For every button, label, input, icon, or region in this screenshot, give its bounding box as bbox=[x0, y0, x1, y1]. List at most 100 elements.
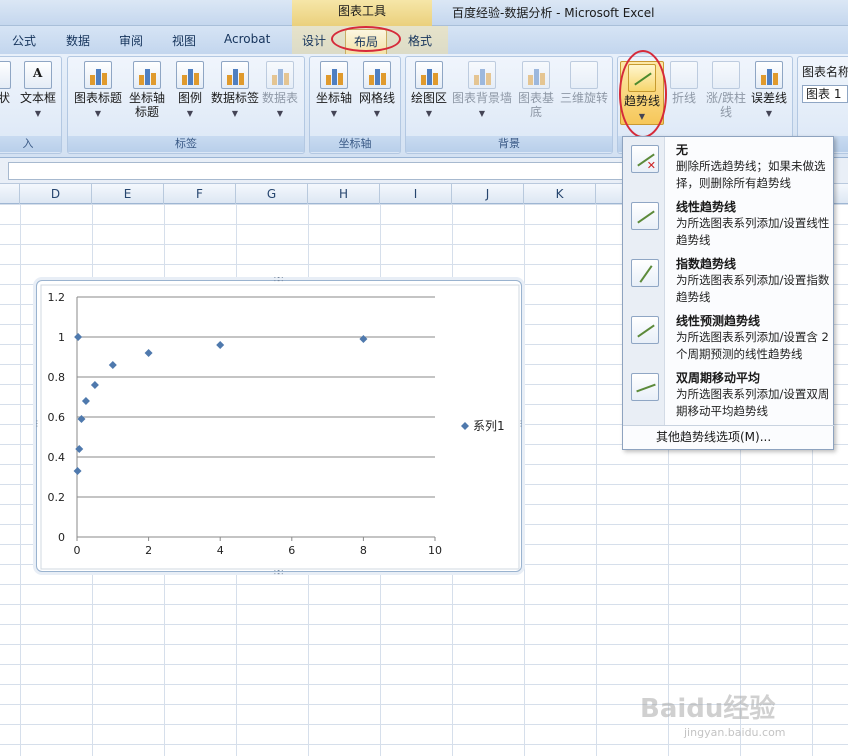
y-tick-label: 0.2 bbox=[48, 491, 66, 504]
baidu-watermark-logo: Baidu经验 bbox=[640, 694, 776, 724]
column-header-e[interactable]: E bbox=[92, 184, 164, 204]
chart-tools-context-label: 图表工具 bbox=[292, 0, 432, 26]
x-tick-label: 10 bbox=[428, 544, 442, 557]
data-point bbox=[90, 381, 99, 389]
chart-title-label: 图表标题 bbox=[73, 91, 122, 105]
menu-item-none[interactable]: ✕ 无 删除所选趋势线；如果未做选择，则删除所有趋势线 bbox=[623, 139, 835, 195]
3d-rotation-button[interactable]: 三维旋转 bbox=[558, 61, 610, 105]
chevron-down-icon: ▼ bbox=[34, 109, 42, 118]
chevron-down-icon: ▼ bbox=[276, 109, 284, 118]
chevron-down-icon: ▼ bbox=[94, 109, 102, 118]
legend-label: 图例 bbox=[177, 91, 202, 105]
3d-rotation-label: 三维旋转 bbox=[559, 91, 608, 105]
menu-item-title: 无 bbox=[676, 143, 689, 157]
gridlines-icon bbox=[363, 61, 391, 89]
chart-title-button[interactable]: 图表标题 ▼ bbox=[72, 61, 124, 121]
data-table-button[interactable]: 数据表 ▼ bbox=[260, 61, 300, 121]
legend-label: 系列1 bbox=[473, 419, 505, 433]
chart-title-icon bbox=[84, 61, 112, 89]
formula-input[interactable] bbox=[8, 162, 624, 180]
column-header-g[interactable]: G bbox=[236, 184, 308, 204]
group-label-axes: 坐标轴 bbox=[310, 136, 400, 152]
plot-area-label: 绘图区 bbox=[410, 91, 447, 105]
menu-item-title: 线性预测趋势线 bbox=[676, 314, 761, 328]
y-tick-label: 0.8 bbox=[48, 371, 66, 384]
data-point bbox=[74, 333, 83, 341]
x-tick-label: 8 bbox=[360, 544, 367, 557]
x-tick-label: 6 bbox=[288, 544, 295, 557]
ribbon-tabs: 公式 数据 审阅 视图 Acrobat 设计 布局 格式 bbox=[0, 26, 848, 54]
resize-handle-bottom[interactable]: ∷∷ bbox=[274, 568, 283, 577]
chevron-down-icon: ▼ bbox=[425, 109, 433, 118]
tab-acrobat[interactable]: Acrobat bbox=[224, 32, 270, 46]
lines-icon bbox=[670, 61, 698, 89]
y-tick-label: 1.2 bbox=[48, 291, 66, 304]
chart-wall-button[interactable]: 图表背景墙 ▼ bbox=[450, 61, 514, 121]
data-point bbox=[216, 341, 225, 349]
error-bars-button[interactable]: 误差线 ▼ bbox=[748, 61, 790, 121]
data-labels-label: 数据标签 bbox=[210, 91, 259, 105]
legend-button[interactable]: 图例 ▼ bbox=[170, 61, 210, 121]
column-header-i[interactable]: I bbox=[380, 184, 452, 204]
trendline-none-icon: ✕ bbox=[631, 145, 659, 173]
data-labels-button[interactable]: 数据标签 ▼ bbox=[210, 61, 260, 121]
up-down-bars-button[interactable]: 涨/跌柱线 bbox=[704, 61, 748, 119]
resize-handle-top[interactable]: ∷∷ bbox=[274, 275, 283, 284]
resize-handle-left[interactable]: ⋮ bbox=[33, 419, 41, 428]
resize-handle-right[interactable]: ⋮ bbox=[517, 419, 525, 428]
menu-item-title: 双周期移动平均 bbox=[676, 371, 761, 385]
chart-name-input[interactable]: 图表 1 bbox=[802, 85, 848, 103]
gridlines-button[interactable]: 网格线 ▼ bbox=[356, 61, 398, 121]
axis-title-label: 坐标轴标题 bbox=[128, 91, 165, 119]
tab-review[interactable]: 审阅 bbox=[119, 32, 143, 49]
data-point bbox=[81, 397, 90, 405]
group-label-insert: 入 bbox=[0, 136, 61, 152]
menu-item-more-trendline-options[interactable]: 其他趋势线选项(M)... bbox=[656, 428, 771, 445]
chart-floor-icon bbox=[522, 61, 550, 89]
linear-forecast-icon bbox=[631, 316, 659, 344]
column-header-k[interactable]: K bbox=[524, 184, 596, 204]
column-header-f[interactable]: F bbox=[164, 184, 236, 204]
tab-view[interactable]: 视图 bbox=[172, 32, 196, 49]
chevron-down-icon: ▼ bbox=[330, 109, 338, 118]
tab-format[interactable]: 格式 bbox=[408, 32, 432, 49]
menu-item-exponential-trendline[interactable]: 指数趋势线 为所选图表系列添加/设置指数趋势线 bbox=[623, 253, 835, 309]
chart-wall-icon bbox=[468, 61, 496, 89]
data-point bbox=[108, 361, 117, 369]
column-header-h[interactable]: H bbox=[308, 184, 380, 204]
column-header-d[interactable]: D bbox=[20, 184, 92, 204]
column-header-j[interactable]: J bbox=[452, 184, 524, 204]
y-tick-label: 0.4 bbox=[48, 451, 66, 464]
chevron-down-icon: ▼ bbox=[231, 109, 239, 118]
column-header-partial[interactable] bbox=[0, 184, 20, 204]
data-point bbox=[75, 445, 84, 453]
menu-item-title: 指数趋势线 bbox=[676, 257, 737, 271]
data-point bbox=[77, 415, 86, 423]
y-tick-label: 0.6 bbox=[48, 411, 66, 424]
group-insert-partial: 状 A 文本框 ▼ 入 bbox=[0, 56, 62, 154]
menu-item-moving-average[interactable]: 双周期移动平均 为所选图表系列添加/设置双周期移动平均趋势线 bbox=[623, 367, 835, 423]
moving-average-icon bbox=[631, 373, 659, 401]
axes-label: 坐标轴 bbox=[315, 91, 352, 105]
menu-item-linear-trendline[interactable]: 线性趋势线 为所选图表系列添加/设置线性趋势线 bbox=[623, 196, 835, 252]
chart-area-border bbox=[40, 284, 520, 570]
axis-title-button[interactable]: 坐标轴标题 bbox=[124, 61, 170, 119]
menu-item-linear-forecast-trendline[interactable]: 线性预测趋势线 为所选图表系列添加/设置含 2 个周期预测的线性趋势线 bbox=[623, 310, 835, 366]
lines-button[interactable]: 折线 bbox=[666, 61, 702, 105]
plot-area-button[interactable]: 绘图区 ▼ bbox=[408, 61, 450, 121]
title-bar: 图表工具 百度经验-数据分析 - Microsoft Excel bbox=[0, 0, 848, 26]
chart-object[interactable]: 0 0.2 0.4 0.6 0.8 1 1.2 0 2 4 6 8 10 系列1 ∷∷ ∷∷ ⋮ ⋮ bbox=[33, 275, 525, 577]
group-label-labels: 标签 bbox=[68, 136, 304, 152]
scatter-chart: 0 0.2 0.4 0.6 0.8 1 1.2 0 2 4 6 8 10 系列1 bbox=[40, 284, 520, 570]
highlight-ring-layout-tab bbox=[331, 26, 401, 52]
chart-floor-button[interactable]: 图表基底 bbox=[514, 61, 558, 119]
tab-design[interactable]: 设计 bbox=[302, 32, 326, 49]
tab-data[interactable]: 数据 bbox=[66, 32, 90, 49]
x-tick-label: 2 bbox=[145, 544, 152, 557]
axes-button[interactable]: 坐标轴 ▼ bbox=[314, 61, 354, 121]
tab-formulas[interactable]: 公式 bbox=[12, 32, 36, 49]
chart-wall-label: 图表背景墙 bbox=[451, 91, 512, 105]
shapes-button-partial[interactable]: 状 bbox=[0, 61, 13, 105]
shape-icon bbox=[0, 61, 11, 89]
textbox-button[interactable]: A 文本框 ▼ bbox=[17, 61, 59, 121]
